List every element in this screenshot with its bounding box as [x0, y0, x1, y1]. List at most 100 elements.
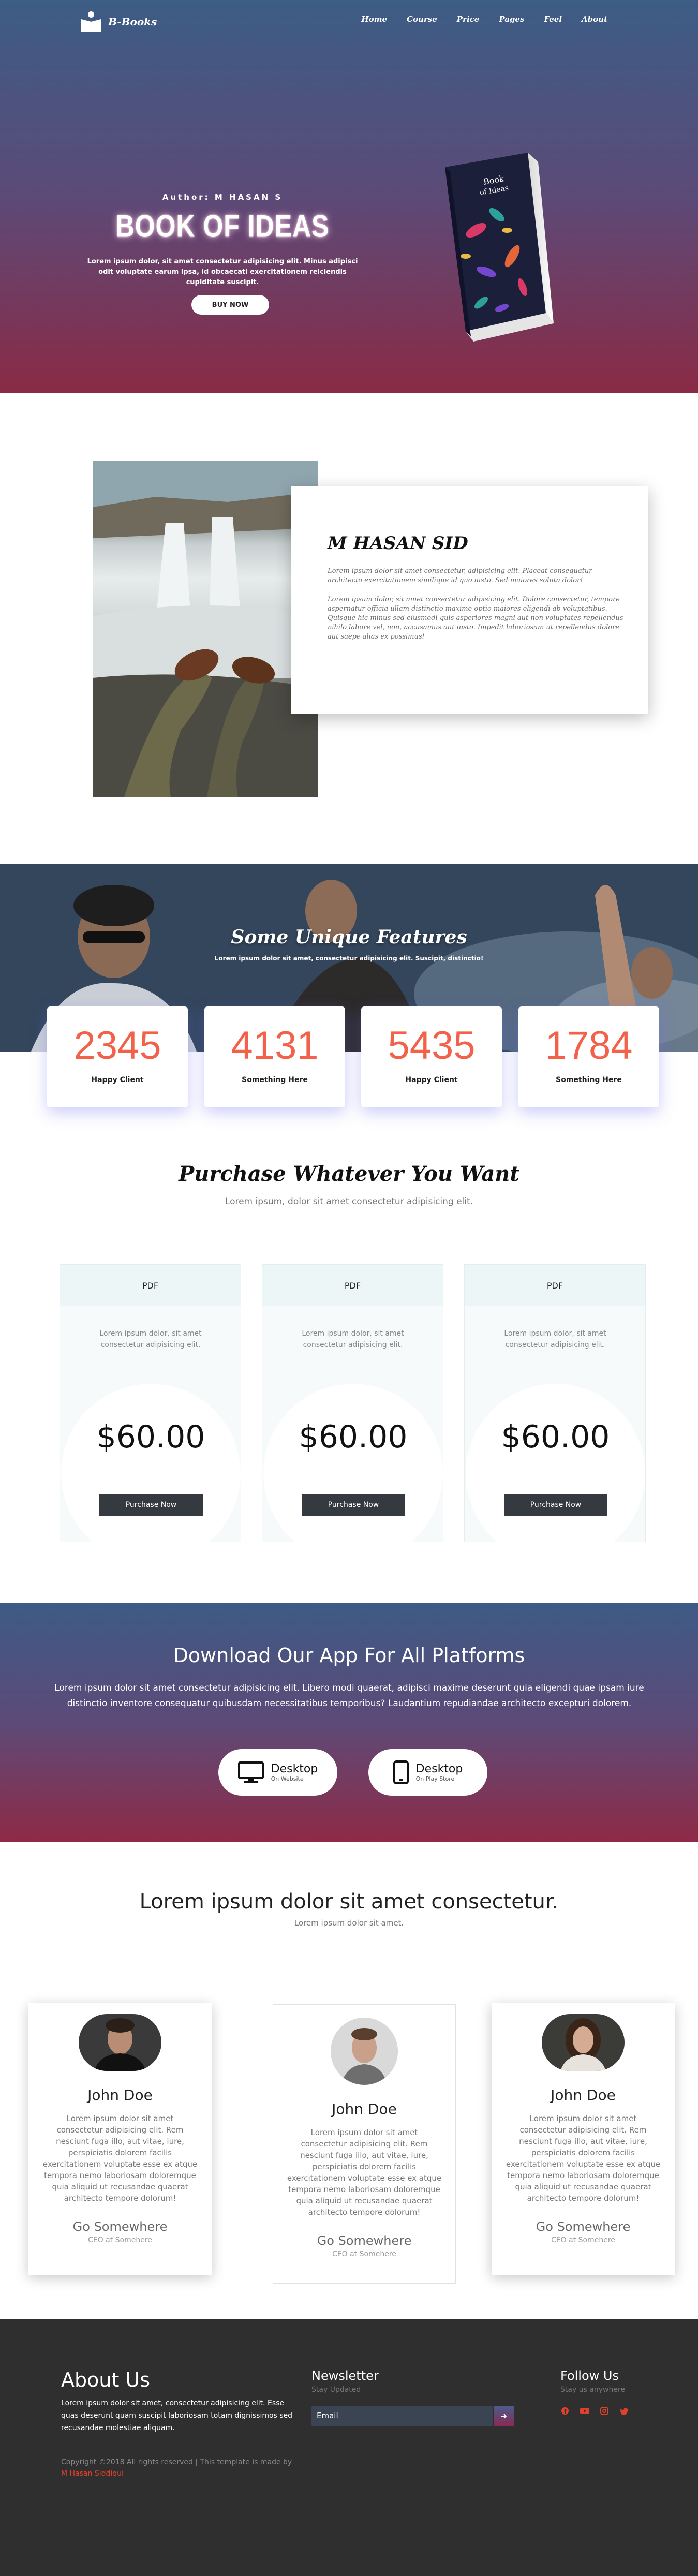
- stat-card: 2345 Happy Client: [47, 1006, 188, 1107]
- stat-label: Something Here: [242, 1076, 308, 1084]
- pricing-amount: $60.00: [299, 1419, 408, 1455]
- newsletter-subtitle: Stay Updated: [311, 2386, 361, 2394]
- purchase-now-button[interactable]: Purchase Now: [302, 1494, 405, 1516]
- member-name: John Doe: [551, 2086, 616, 2104]
- logo-text: B-Books: [108, 16, 157, 28]
- button-title: Desktop: [415, 1762, 463, 1775]
- stat-label: Something Here: [556, 1076, 622, 1084]
- team-subtitle: Lorem ipsum dolor sit amet.: [294, 1918, 404, 1928]
- stat-value: 1784: [545, 1024, 633, 1068]
- social-icons: [560, 2406, 629, 2416]
- go-somewhere-link[interactable]: Go Somewhere: [492, 2219, 675, 2234]
- pricing-desc: Lorem ipsum dolor, sit amet consectetur …: [504, 1329, 606, 1349]
- instagram-icon[interactable]: [600, 2406, 609, 2416]
- download-text: Lorem ipsum dolor sit amet consectetur a…: [54, 1683, 644, 1709]
- author-link[interactable]: M Hasan Siddiqui: [61, 2469, 124, 2478]
- go-somewhere-link[interactable]: Go Somewhere: [273, 2233, 455, 2248]
- desktop-website-button[interactable]: Desktop On Website: [218, 1749, 337, 1796]
- pricing-card: PDF Lorem ipsum dolor, sit amet consecte…: [60, 1264, 241, 1542]
- footer: About Us Lorem ipsum dolor sit amet, con…: [0, 2319, 698, 2576]
- stat-value: 4131: [231, 1024, 319, 1068]
- newsletter-title: Newsletter: [311, 2368, 379, 2383]
- about-paragraph-2: Lorem ipsum dolor, sit amet consectetur …: [328, 596, 623, 641]
- nav-home[interactable]: Home: [361, 14, 387, 24]
- button-title: Desktop: [271, 1762, 318, 1775]
- about-name: M HASAN SID: [328, 533, 468, 554]
- download-section: Download Our App For All Platforms Lorem…: [0, 1603, 698, 1842]
- book-cover-image: Book of Ideas: [445, 153, 554, 342]
- avatar: [542, 2014, 625, 2071]
- facebook-icon[interactable]: [560, 2406, 570, 2416]
- avatar: [79, 2014, 161, 2071]
- pricing-format: PDF: [262, 1265, 443, 1306]
- member-role: CEO at Somehere: [88, 2236, 152, 2244]
- stat-label: Happy Client: [91, 1076, 144, 1084]
- stat-label: Happy Client: [405, 1076, 458, 1084]
- twitter-icon[interactable]: [619, 2406, 629, 2416]
- pricing-amount: $60.00: [96, 1419, 205, 1455]
- download-title: Download Our App For All Platforms: [173, 1644, 525, 1667]
- member-bio: Lorem ipsum dolor sit amet consectetur a…: [42, 2114, 198, 2203]
- team-title: Lorem ipsum dolor sit amet consectetur.: [139, 1890, 559, 1914]
- follow-title: Follow Us: [560, 2368, 619, 2383]
- hero-author: Author: M HASAN S: [162, 193, 283, 202]
- member-role: CEO at Somehere: [551, 2236, 615, 2244]
- hero-subtitle: Lorem ipsum dolor, sit amet consectetur …: [87, 258, 358, 286]
- go-somewhere-link[interactable]: Go Somewhere: [28, 2219, 212, 2234]
- email-input[interactable]: Email: [311, 2406, 493, 2426]
- stat-card: 5435 Happy Client: [361, 1006, 502, 1107]
- team-member-card: John Doe Lorem ipsum dolor sit amet cons…: [273, 2004, 456, 2284]
- footer-about-title: About Us: [61, 2368, 151, 2391]
- about-paragraph-1: Lorem ipsum dolor sit amet consectetur, …: [328, 567, 592, 584]
- buy-now-button[interactable]: BUY NOW: [191, 295, 269, 315]
- avatar: [331, 2018, 398, 2085]
- mobile-phone-icon: [393, 1760, 409, 1784]
- member-name: John Doe: [332, 2100, 397, 2118]
- author-photo: [93, 461, 318, 797]
- stat-value: 2345: [73, 1024, 161, 1068]
- member-name: John Doe: [87, 2086, 153, 2104]
- purchase-now-button[interactable]: Purchase Now: [504, 1494, 607, 1516]
- nav-price[interactable]: Price: [457, 14, 480, 24]
- nav-course[interactable]: Course: [407, 14, 437, 24]
- footer-copyright: Copyright ©2018 All rights reserved | Th…: [61, 2456, 304, 2479]
- desktop-playstore-button[interactable]: Desktop On Play Store: [368, 1749, 487, 1796]
- member-bio: Lorem ipsum dolor sit amet consectetur a…: [287, 2128, 442, 2217]
- features-subtitle: Lorem ipsum dolor sit amet, consectetur …: [214, 955, 484, 962]
- purchase-title: Purchase Whatever You Want: [179, 1162, 519, 1186]
- button-subtitle: On Website: [271, 1775, 304, 1782]
- stat-card: 4131 Something Here: [204, 1006, 345, 1107]
- nav-about[interactable]: About: [582, 14, 607, 24]
- pricing-card: PDF Lorem ipsum dolor, sit amet consecte…: [464, 1264, 646, 1542]
- purchase-now-button[interactable]: Purchase Now: [99, 1494, 203, 1516]
- features-title: Some Unique Features: [231, 926, 467, 948]
- footer-about-text: Lorem ipsum dolor sit amet, consectetur …: [61, 2399, 293, 2432]
- follow-subtitle: Stay us anywhere: [560, 2386, 626, 2394]
- copyright-text: Copyright ©2018 All rights reserved | Th…: [61, 2458, 292, 2466]
- main-nav: Home Course Price Pages Feel About: [361, 14, 607, 24]
- arrow-right-icon: [501, 2414, 507, 2419]
- team-member-card: John Doe Lorem ipsum dolor sit amet cons…: [492, 2003, 675, 2275]
- pricing-amount: $60.00: [501, 1419, 610, 1455]
- team-member-card: John Doe Lorem ipsum dolor sit amet cons…: [28, 2003, 212, 2275]
- stat-value: 5435: [388, 1024, 476, 1068]
- button-subtitle: On Play Store: [415, 1775, 455, 1782]
- hero-section: B-Books Home Course Price Pages Feel Abo…: [0, 0, 698, 393]
- pricing-desc: Lorem ipsum dolor, sit amet consectetur …: [99, 1329, 202, 1349]
- pricing-format: PDF: [60, 1265, 241, 1306]
- pricing-card: PDF Lorem ipsum dolor, sit amet consecte…: [262, 1264, 443, 1542]
- nav-feel[interactable]: Feel: [544, 14, 562, 24]
- monitor-icon: [237, 1761, 264, 1783]
- waterfall-boots-image: [93, 461, 318, 797]
- about-card: M HASAN SID Lorem ipsum dolor sit amet c…: [291, 486, 648, 714]
- hero-title: BOOK OF IDEAS: [115, 209, 330, 244]
- member-bio: Lorem ipsum dolor sit amet consectetur a…: [506, 2114, 661, 2203]
- member-role: CEO at Somehere: [332, 2250, 396, 2258]
- pricing-format: PDF: [465, 1265, 645, 1306]
- youtube-icon[interactable]: [580, 2406, 589, 2416]
- site-logo[interactable]: B-Books: [80, 11, 157, 32]
- stat-card: 1784 Something Here: [518, 1006, 659, 1107]
- book-reader-icon: [80, 11, 102, 32]
- nav-pages[interactable]: Pages: [499, 14, 524, 24]
- send-button[interactable]: [494, 2406, 514, 2426]
